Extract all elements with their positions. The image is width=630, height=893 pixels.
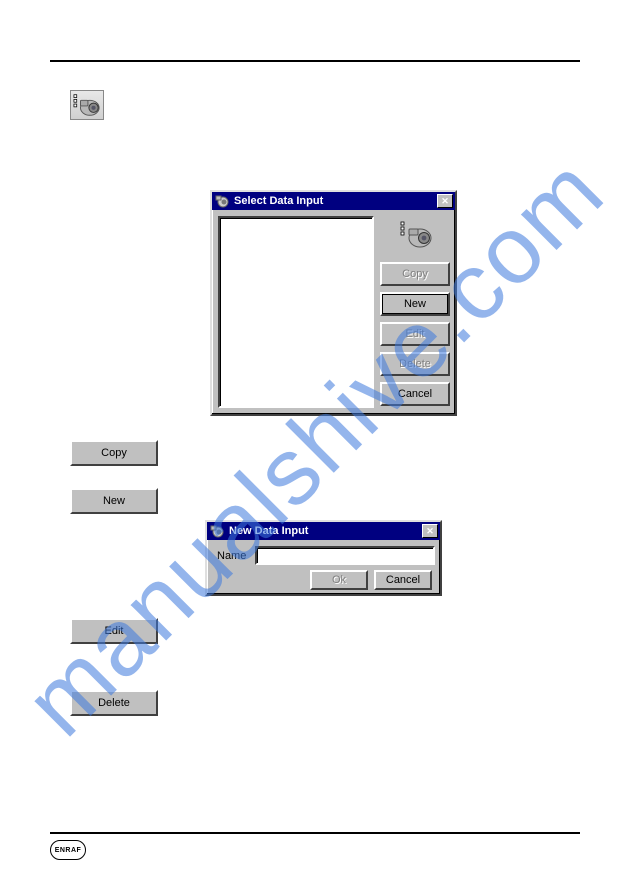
bottom-rule [50, 832, 580, 834]
dialog-button-row: Ok Cancel [310, 570, 432, 590]
select-data-input-dialog: Select Data Input ✕ Copy New Edit Delete… [210, 190, 457, 416]
edit-button-sample[interactable]: Edit [70, 618, 158, 644]
dialog-title: Select Data Input [234, 195, 323, 207]
delete-button-sample[interactable]: Delete [70, 690, 158, 716]
close-icon[interactable]: ✕ [437, 194, 453, 208]
close-icon[interactable]: ✕ [422, 524, 438, 538]
camera-icon [209, 523, 225, 539]
ok-button[interactable]: Ok [310, 570, 368, 590]
new-button[interactable]: New [380, 292, 450, 316]
data-input-listbox[interactable] [218, 216, 374, 408]
data-input-tool-icon [70, 90, 104, 120]
dialog-button-column: Copy New Edit Delete Cancel [380, 262, 450, 406]
delete-button[interactable]: Delete [380, 352, 450, 376]
cancel-button[interactable]: Cancel [380, 382, 450, 406]
copy-button[interactable]: Copy [380, 262, 450, 286]
cancel-button[interactable]: Cancel [374, 570, 432, 590]
dialog-title: New Data Input [229, 525, 308, 537]
edit-button[interactable]: Edit [380, 322, 450, 346]
dialog-titlebar[interactable]: Select Data Input ✕ [212, 192, 455, 210]
document-page: Select Data Input ✕ Copy New Edit Delete… [50, 30, 580, 870]
camera-icon [214, 193, 230, 209]
camera-large-icon [398, 218, 434, 250]
name-input[interactable] [255, 546, 435, 565]
copy-button-sample[interactable]: Copy [70, 440, 158, 466]
name-label: Name [217, 550, 246, 562]
dialog-titlebar[interactable]: New Data Input ✕ [207, 522, 440, 540]
new-data-input-dialog: New Data Input ✕ Name Ok Cancel [205, 520, 442, 596]
new-button-sample[interactable]: New [70, 488, 158, 514]
enraf-logo: ENRAF [50, 840, 86, 860]
top-rule [50, 60, 580, 62]
